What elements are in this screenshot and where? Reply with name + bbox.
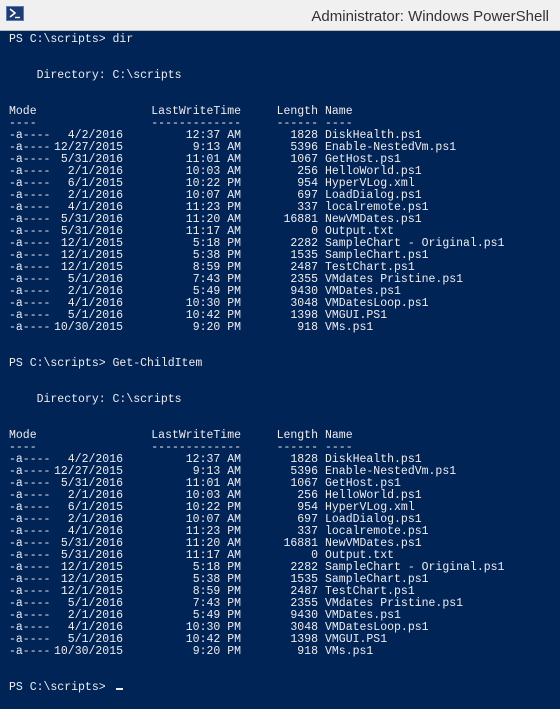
prompt: PS C:\scripts>: [9, 33, 113, 46]
console-output: PS C:\scripts> dir Directory: C:\scripts…: [0, 31, 560, 694]
prompt-line: PS C:\scripts> dir: [0, 34, 560, 46]
directory-label: Directory: C:\scripts: [9, 393, 182, 406]
directory-label: Directory: C:\scripts: [9, 69, 182, 82]
directory-line: Directory: C:\scripts: [0, 70, 560, 82]
title-bar[interactable]: Administrator: Windows PowerShell: [0, 0, 560, 31]
prompt: PS C:\scripts>: [9, 681, 113, 694]
powershell-window: Administrator: Windows PowerShell PS C:\…: [0, 0, 560, 709]
prompt: PS C:\scripts>: [9, 357, 113, 370]
command-text: dir: [112, 33, 134, 46]
text-cursor: [115, 688, 123, 690]
cell-length: 918: [297, 645, 318, 658]
final-prompt-line: PS C:\scripts>: [0, 682, 560, 694]
cell-mode: -a----: [9, 645, 51, 658]
prompt-line: PS C:\scripts> Get-ChildItem: [0, 358, 560, 370]
table-row: -a---- 10/30/2015 9:20 PM 918 VMs.ps1: [0, 646, 560, 658]
cell-mode: -a----: [9, 321, 51, 334]
cell-name: VMs.ps1: [325, 321, 374, 334]
powershell-icon[interactable]: [6, 6, 24, 21]
window-title: Administrator: Windows PowerShell: [311, 8, 549, 25]
command-text: Get-ChildItem: [112, 357, 203, 370]
cell-date: 10/30/2015: [53, 645, 123, 658]
cell-name: VMs.ps1: [325, 645, 374, 658]
console-area[interactable]: PS C:\scripts> dir Directory: C:\scripts…: [0, 31, 560, 709]
table-row: -a---- 10/30/2015 9:20 PM 918 VMs.ps1: [0, 322, 560, 334]
cell-time: 9:20 PM: [192, 645, 241, 658]
directory-line: Directory: C:\scripts: [0, 394, 560, 406]
cell-time: 9:20 PM: [192, 321, 241, 334]
cell-length: 918: [297, 321, 318, 334]
cell-date: 10/30/2015: [53, 321, 123, 334]
